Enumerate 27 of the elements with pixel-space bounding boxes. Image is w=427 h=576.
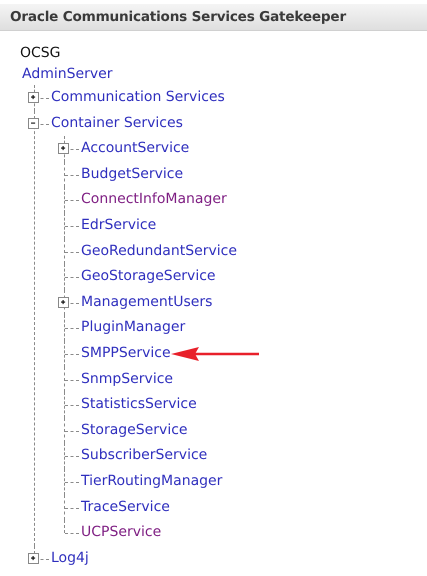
tree-link[interactable]: StatisticsService: [81, 392, 197, 418]
expand-toggle[interactable]: [28, 552, 39, 564]
tree-link[interactable]: GeoRedundantService: [81, 238, 237, 264]
expand-toggle[interactable]: [58, 143, 69, 154]
expand-toggle[interactable]: [28, 92, 39, 103]
tree-link[interactable]: AdminServer: [22, 64, 113, 85]
expand-toggle[interactable]: [58, 296, 69, 308]
tree-link[interactable]: Log4j: [51, 546, 89, 572]
tree-link[interactable]: TraceService: [81, 494, 170, 520]
tree-link[interactable]: SMPPService: [81, 340, 171, 367]
tree-link[interactable]: GeoStorageService: [81, 264, 216, 290]
tree-link[interactable]: EdrService: [81, 212, 156, 239]
tree-link[interactable]: ManagementUsers: [81, 290, 212, 316]
tree-link[interactable]: SnmpService: [81, 366, 174, 392]
tree-link[interactable]: AccountService: [81, 136, 190, 162]
tree-link[interactable]: BudgetService: [81, 162, 184, 188]
tree-link[interactable]: StorageService: [81, 418, 188, 444]
tree-root-label: OCSG: [20, 44, 61, 63]
collapse-toggle[interactable]: [28, 118, 39, 129]
tree-link[interactable]: Container Services: [51, 110, 183, 136]
app-title: Oracle Communications Services Gatekeeper: [10, 9, 346, 25]
tree-link[interactable]: SubscriberService: [81, 443, 208, 469]
tree-link[interactable]: ConnectInfoManager: [81, 187, 227, 213]
tree-link[interactable]: UCPService: [81, 520, 162, 546]
tree-link[interactable]: PluginManager: [81, 315, 186, 341]
tree-link[interactable]: Communication Services: [51, 85, 225, 111]
tree-link[interactable]: TierRoutingManager: [81, 468, 222, 494]
